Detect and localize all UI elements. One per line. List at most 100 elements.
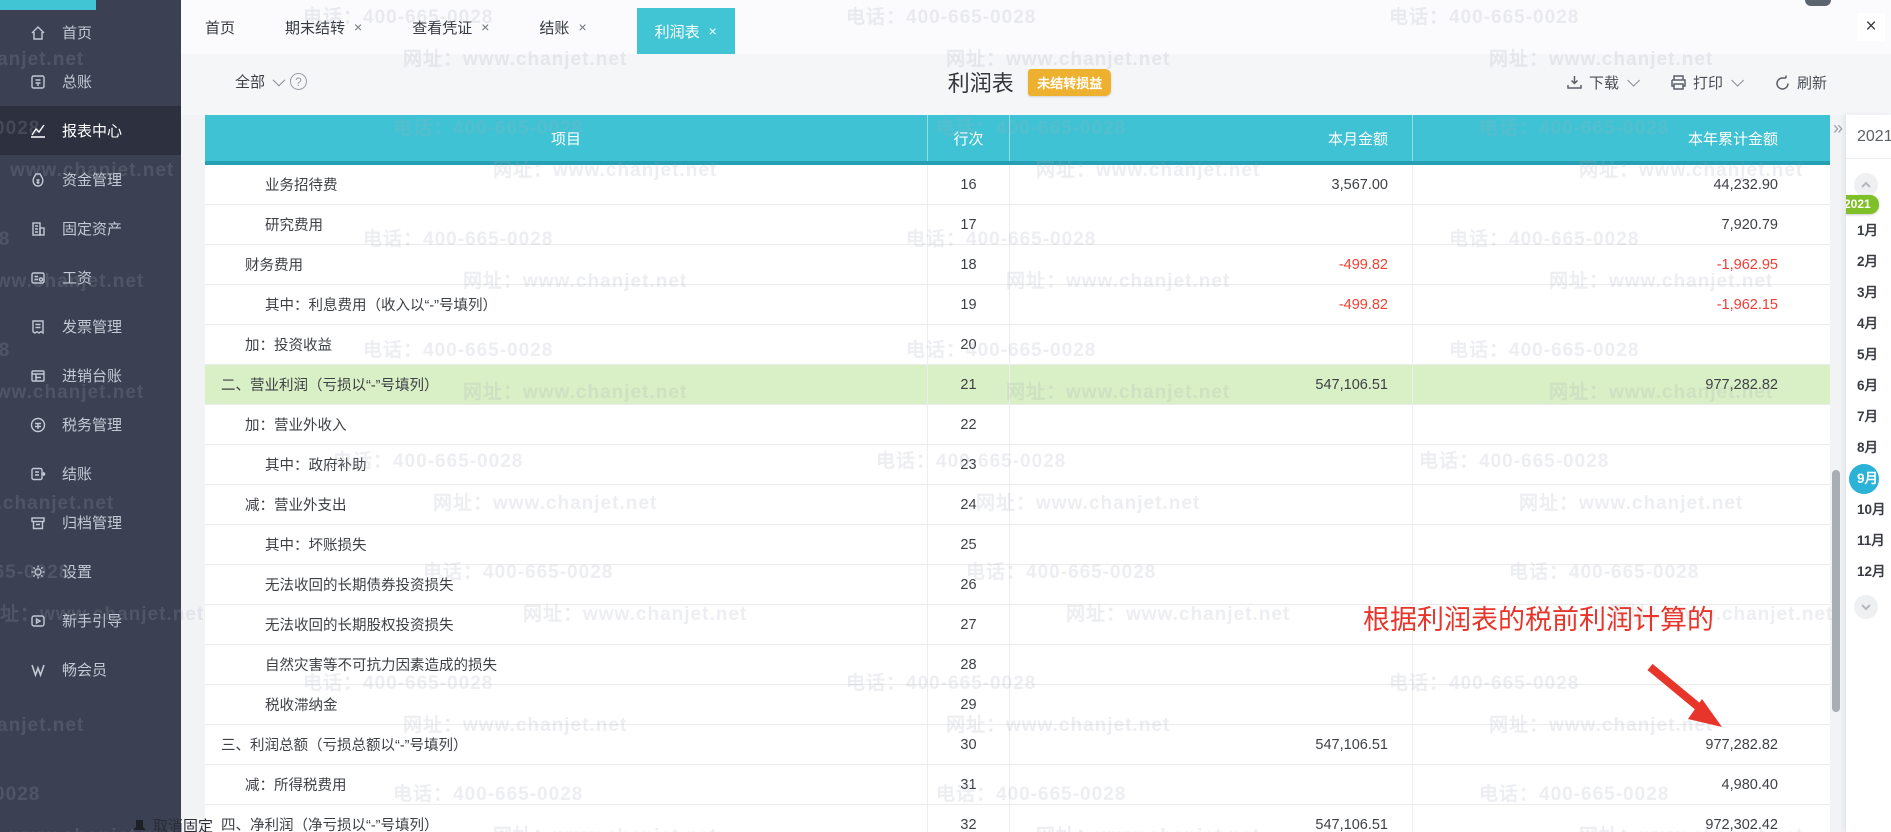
cell-month-amount xyxy=(1010,325,1413,364)
sidebar-item-building[interactable]: 固定资产 xyxy=(0,204,181,253)
sidebar-item-label: 首页 xyxy=(62,22,92,43)
sidebar-item-board[interactable]: 进销台账 xyxy=(0,351,181,400)
table-row[interactable]: 自然灾害等不可抗力因素造成的损失28 xyxy=(205,645,1830,685)
tab-label: 结账 xyxy=(539,17,569,38)
cell-year-amount xyxy=(1413,685,1830,724)
close-tab-icon[interactable]: × xyxy=(354,19,362,35)
table-row[interactable]: 减：营业外支出24 xyxy=(205,485,1830,525)
month-item-10月[interactable]: 10月 xyxy=(1846,494,1891,525)
year-label[interactable]: 2021 xyxy=(1846,115,1891,159)
cell-line-no: 28 xyxy=(928,645,1010,684)
table-row[interactable]: 四、净利润（净亏损以“-”号填列）32547,106.51972,302.42 xyxy=(205,805,1830,832)
column-header: 本月金额 xyxy=(1010,115,1413,161)
close-tab-icon[interactable]: × xyxy=(481,19,489,35)
scroll-up-icon[interactable] xyxy=(1854,173,1878,197)
month-item-8月[interactable]: 8月 xyxy=(1846,432,1891,463)
tab-label: 期末结转 xyxy=(285,17,345,38)
income-statement-table: 项目行次本月金额本年累计金额 业务招待费163,567.0044,232.90研… xyxy=(205,115,1830,832)
cell-item: 研究费用 xyxy=(205,205,928,244)
table-row[interactable]: 财务费用18-499.82-1,962.95 xyxy=(205,245,1830,285)
month-item-12月[interactable]: 12月 xyxy=(1846,556,1891,587)
month-item-3月[interactable]: 3月 xyxy=(1846,277,1891,308)
tab-利润表[interactable]: 利润表× xyxy=(637,8,735,54)
sidebar-item-tax[interactable]: 税务管理 xyxy=(0,400,181,449)
column-header: 行次 xyxy=(928,115,1010,161)
month-item-4月[interactable]: 4月 xyxy=(1846,308,1891,339)
table-header-row: 项目行次本月金额本年累计金额 xyxy=(205,115,1830,161)
sidebar-item-archive[interactable]: 归档管理 xyxy=(0,498,181,547)
sidebar-item-ledger[interactable]: 总账 xyxy=(0,57,181,106)
sidebar-item-guide[interactable]: 新手引导 xyxy=(0,596,181,645)
month-item-9月[interactable]: 9月 xyxy=(1846,463,1891,494)
cell-item: 税收滞纳金 xyxy=(205,685,928,724)
sidebar-item-label: 畅会员 xyxy=(62,659,107,680)
sidebar-item-settle[interactable]: 结账 xyxy=(0,449,181,498)
table-row[interactable]: 其中：利息费用（收入以“-”号填列）19-499.82-1,962.15 xyxy=(205,285,1830,325)
scroll-down-icon[interactable] xyxy=(1854,595,1878,619)
cell-month-amount xyxy=(1010,685,1413,724)
vertical-scrollbar-thumb[interactable] xyxy=(1832,470,1840,712)
cell-item: 二、营业利润（亏损以“-”号填列） xyxy=(205,365,928,404)
month-list: 1月2月3月4月5月6月7月8月9月10月11月12月 xyxy=(1846,215,1891,587)
month-item-2月[interactable]: 2月 xyxy=(1846,246,1891,277)
refresh-button[interactable]: 刷新 xyxy=(1774,72,1827,93)
tab-查看凭证[interactable]: 查看凭证× xyxy=(412,0,489,54)
cell-line-no: 31 xyxy=(928,765,1010,804)
close-tab-icon[interactable]: × xyxy=(709,23,717,39)
sidebar-item-moneybag[interactable]: 资金管理 xyxy=(0,155,181,204)
month-item-11月[interactable]: 11月 xyxy=(1846,525,1891,556)
sidebar-item-invoice[interactable]: 发票管理 xyxy=(0,302,181,351)
cell-item: 自然灾害等不可抗力因素造成的损失 xyxy=(205,645,928,684)
chart-icon xyxy=(28,121,48,141)
sidebar-item-label: 税务管理 xyxy=(62,414,122,435)
collapse-panel-icon[interactable]: » xyxy=(1833,118,1843,139)
table-row[interactable]: 税收滞纳金29 xyxy=(205,685,1830,725)
print-button[interactable]: 打印 xyxy=(1670,72,1740,93)
sidebar-item-vip[interactable]: 畅会员 xyxy=(0,645,181,694)
table-row[interactable]: 业务招待费163,567.0044,232.90 xyxy=(205,165,1830,205)
table-row[interactable]: 三、利润总额（亏损总额以“-”号填列）30547,106.51977,282.8… xyxy=(205,725,1830,765)
month-item-6月[interactable]: 6月 xyxy=(1846,370,1891,401)
column-header: 本年累计金额 xyxy=(1413,115,1830,161)
month-item-1月[interactable]: 1月 xyxy=(1846,215,1891,246)
download-button[interactable]: 下载 xyxy=(1566,72,1636,93)
cell-month-amount xyxy=(1010,765,1413,804)
tab-结账[interactable]: 结账 × xyxy=(539,0,586,54)
table-row[interactable]: 加：营业外收入22 xyxy=(205,405,1830,445)
sidebar-item-chart[interactable]: 报表中心 xyxy=(0,106,181,155)
table-row[interactable]: 研究费用177,920.79 xyxy=(205,205,1830,245)
cell-year-amount xyxy=(1413,485,1830,524)
sidebar-item-home[interactable]: 首页 xyxy=(0,8,181,57)
table-row[interactable]: 其中：坏账损失25 xyxy=(205,525,1830,565)
cell-line-no: 20 xyxy=(928,325,1010,364)
annotation-text: 根据利润表的税前利润计算的 xyxy=(1363,598,1714,637)
month-item-5月[interactable]: 5月 xyxy=(1846,339,1891,370)
table-row[interactable]: 其中：政府补助23 xyxy=(205,445,1830,485)
sidebar-item-payroll[interactable]: 工资 xyxy=(0,253,181,302)
table-row[interactable]: 加：投资收益20 xyxy=(205,325,1830,365)
toolbar-actions: 下载 打印 刷新 xyxy=(1566,72,1827,93)
close-all-tabs-button[interactable]: × xyxy=(1857,13,1885,41)
close-tab-icon[interactable]: × xyxy=(578,19,586,35)
table-row[interactable]: 二、营业利润（亏损以“-”号填列）21547,106.51977,282.82 xyxy=(205,365,1830,405)
cell-year-amount: 977,282.82 xyxy=(1413,725,1830,764)
gear-icon xyxy=(28,562,48,582)
unpin-button[interactable]: 取消固定 xyxy=(132,815,213,832)
tab-首页[interactable]: 首页 xyxy=(205,0,235,54)
table-row[interactable]: 减：所得税费用314,980.40 xyxy=(205,765,1830,805)
cell-year-amount: 44,232.90 xyxy=(1413,165,1830,204)
table-body: 业务招待费163,567.0044,232.90研究费用177,920.79财务… xyxy=(205,165,1830,832)
avatar[interactable] xyxy=(1805,0,1831,6)
sidebar-item-label: 固定资产 xyxy=(62,218,122,239)
tab-label: 首页 xyxy=(205,17,235,38)
home-icon xyxy=(28,23,48,43)
month-panel: 2021 2021 1月2月3月4月5月6月7月8月9月10月11月12月 xyxy=(1845,115,1891,832)
sidebar-item-gear[interactable]: 设置 xyxy=(0,547,181,596)
tab-期末结转[interactable]: 期末结转 × xyxy=(285,0,362,54)
cell-year-amount xyxy=(1413,645,1830,684)
sidebar-item-label: 资金管理 xyxy=(62,169,122,190)
month-item-7月[interactable]: 7月 xyxy=(1846,401,1891,432)
chevron-down-icon xyxy=(1731,74,1744,87)
cell-year-amount: 7,920.79 xyxy=(1413,205,1830,244)
sidebar-item-label: 进销台账 xyxy=(62,365,122,386)
